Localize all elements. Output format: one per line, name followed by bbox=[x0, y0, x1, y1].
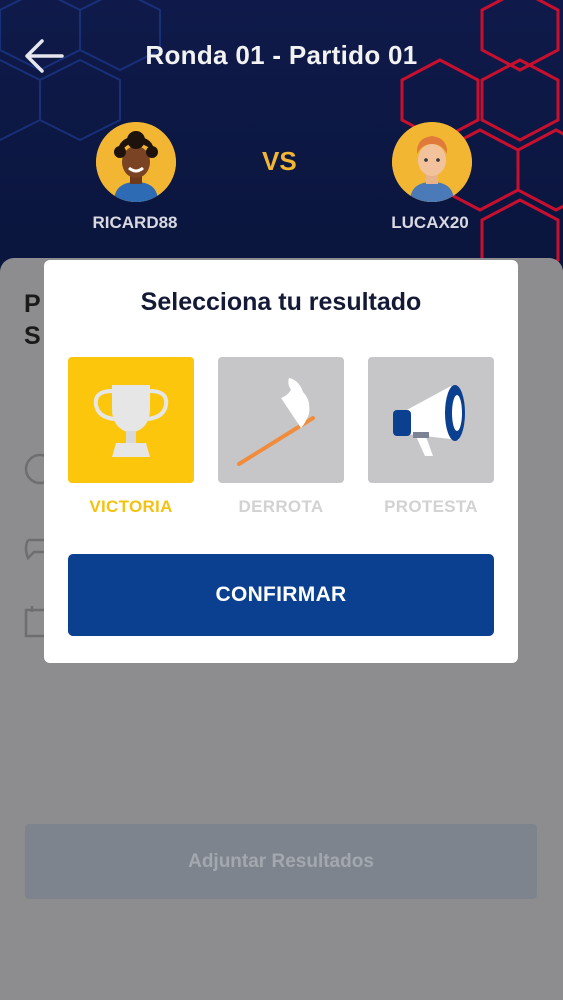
attach-results-button[interactable]: Adjuntar Resultados bbox=[25, 824, 537, 899]
trophy-icon bbox=[93, 385, 169, 457]
player-left-name: RICARD88 bbox=[92, 213, 178, 232]
confirm-button[interactable]: CONFIRMAR bbox=[68, 554, 494, 636]
section-heading: PS bbox=[24, 290, 41, 350]
vs-label: VS bbox=[262, 146, 297, 176]
avatar-player-left bbox=[96, 122, 176, 202]
option-victoria-label: VICTORIA bbox=[89, 497, 173, 516]
option-derrota-label: DERROTA bbox=[238, 497, 324, 516]
avatar-player-right bbox=[392, 122, 472, 202]
option-victoria-box[interactable] bbox=[68, 357, 194, 483]
megaphone-icon bbox=[393, 385, 465, 456]
option-protesta-box[interactable] bbox=[368, 357, 494, 483]
option-victoria[interactable]: VICTORIA bbox=[68, 357, 194, 523]
option-protesta[interactable]: PROTESTA bbox=[368, 357, 494, 523]
modal-title: Selecciona tu resultado bbox=[140, 288, 422, 316]
white-flag-icon bbox=[237, 378, 315, 466]
page-title: Ronda 01 - Partido 01 bbox=[145, 40, 418, 70]
option-protesta-label: PROTESTA bbox=[384, 497, 478, 516]
result-modal: Selecciona tu resultado VICTORIA DERROTA bbox=[44, 260, 518, 663]
option-derrota[interactable]: DERROTA bbox=[218, 357, 344, 523]
option-derrota-box[interactable] bbox=[218, 357, 344, 483]
player-right-name: LUCAX20 bbox=[391, 213, 469, 232]
